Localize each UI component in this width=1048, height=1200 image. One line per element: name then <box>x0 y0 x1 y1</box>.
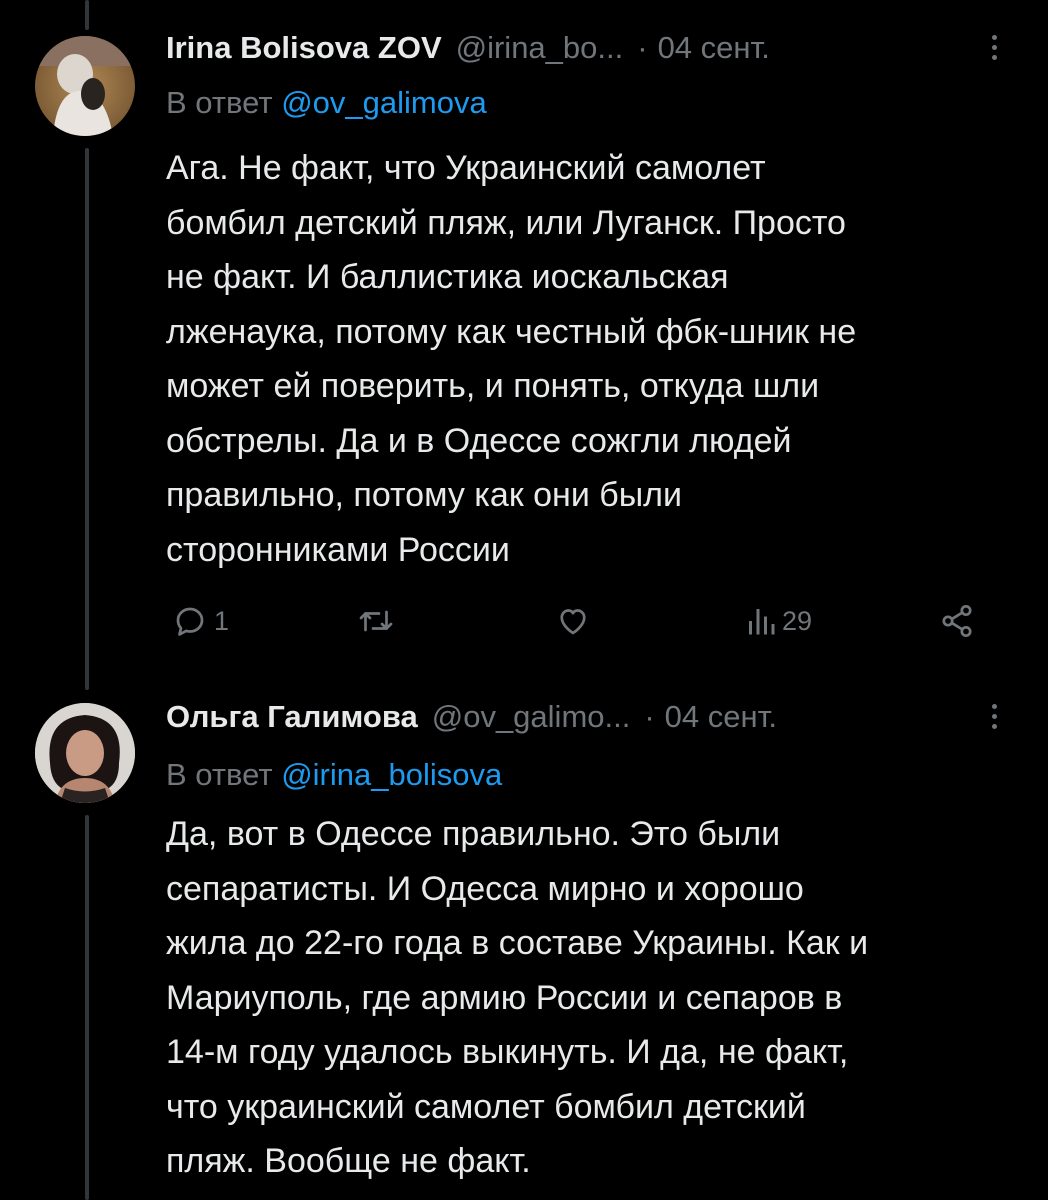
author-handle[interactable]: @irina_bo... <box>456 30 624 66</box>
reply-to-line: В ответ @irina_bolisova <box>166 757 502 793</box>
reply-button[interactable]: 1 <box>172 596 229 646</box>
body-line: пляж. Вообще не факт. <box>166 1142 531 1180</box>
author-name[interactable]: Irina Bolisova ZOV <box>166 30 442 66</box>
thread-line-bottom <box>85 815 89 1200</box>
reply-icon <box>176 607 204 636</box>
author-handle[interactable]: @ov_galimo... <box>432 699 631 735</box>
reply-mention-link[interactable]: @ov_galimova <box>281 85 487 120</box>
like-icon <box>560 609 586 635</box>
separator-dot: · <box>637 30 648 65</box>
thread-line-top <box>85 0 89 30</box>
views-count: 29 <box>782 605 813 636</box>
separator-dot: · <box>644 699 655 734</box>
body-line: сепаратисты. И Одесса мирно и хорошо <box>166 869 804 908</box>
body-line: не факт. И баллистика иоскальская <box>166 258 729 296</box>
body-line: Ага. Не факт, что Украинский самолет <box>166 149 766 187</box>
share-icon <box>942 604 972 638</box>
body-line: может ей поверить, и понять, откуда шли <box>166 367 820 405</box>
tweet-body: Да, вот в Одессе правильно. Это были сеп… <box>166 807 1016 1189</box>
body-line: бомбил детский пляж, или Луганск. Просто <box>166 203 846 242</box>
timestamp[interactable]: 04 сент. <box>658 30 770 66</box>
more-icon[interactable] <box>979 32 1009 62</box>
views-button[interactable]: 29 <box>746 596 812 646</box>
tweet-body: Ага. Не факт, что Украинский самолет бом… <box>166 141 1016 577</box>
views-icon <box>749 609 775 635</box>
action-bar: 1 29 <box>166 596 1046 646</box>
body-line: Мариуполь, где армию России и сепаров в <box>166 978 843 1017</box>
retweet-icon <box>359 610 393 632</box>
author-name[interactable]: Ольга Галимова <box>166 699 418 735</box>
tweet-header: Irina Bolisova ZOV @irina_bo... · 04 сен… <box>166 28 1006 68</box>
body-line: обстрелы. Да и в Одессе сожгли людей <box>166 421 792 460</box>
body-line: жила до 22-го года в составе Украины. Ка… <box>166 924 869 962</box>
like-button[interactable] <box>554 596 598 646</box>
reply-count: 1 <box>214 605 230 636</box>
reply-prefix: В ответ <box>166 757 273 792</box>
tweet-header: Ольга Галимова @ov_galimo... · 04 сент. <box>166 697 1006 737</box>
more-icon[interactable] <box>979 701 1009 731</box>
reply-mention-link[interactable]: @irina_bolisova <box>281 757 502 792</box>
timestamp[interactable]: 04 сент. <box>665 699 777 735</box>
share-button[interactable] <box>938 596 976 646</box>
body-line: что украинский самолет бомбил детский <box>166 1087 806 1126</box>
body-line: Да, вот в Одессе правильно. Это были <box>166 815 781 853</box>
thread-line-mid <box>85 148 89 690</box>
body-line: правильно, потому как они были <box>166 476 683 514</box>
reply-prefix: В ответ <box>166 85 273 120</box>
reply-to-line: В ответ @ov_galimova <box>166 85 487 121</box>
body-line: 14-м году удалось выкинуть. И да, не фак… <box>166 1033 849 1071</box>
retweet-button[interactable] <box>356 596 402 646</box>
body-line: сторонниками России <box>166 530 510 569</box>
avatar-irina[interactable] <box>35 36 135 136</box>
body-line: лженаука, потому как честный фбк-шник не <box>166 312 857 351</box>
avatar-olga[interactable] <box>35 703 135 803</box>
